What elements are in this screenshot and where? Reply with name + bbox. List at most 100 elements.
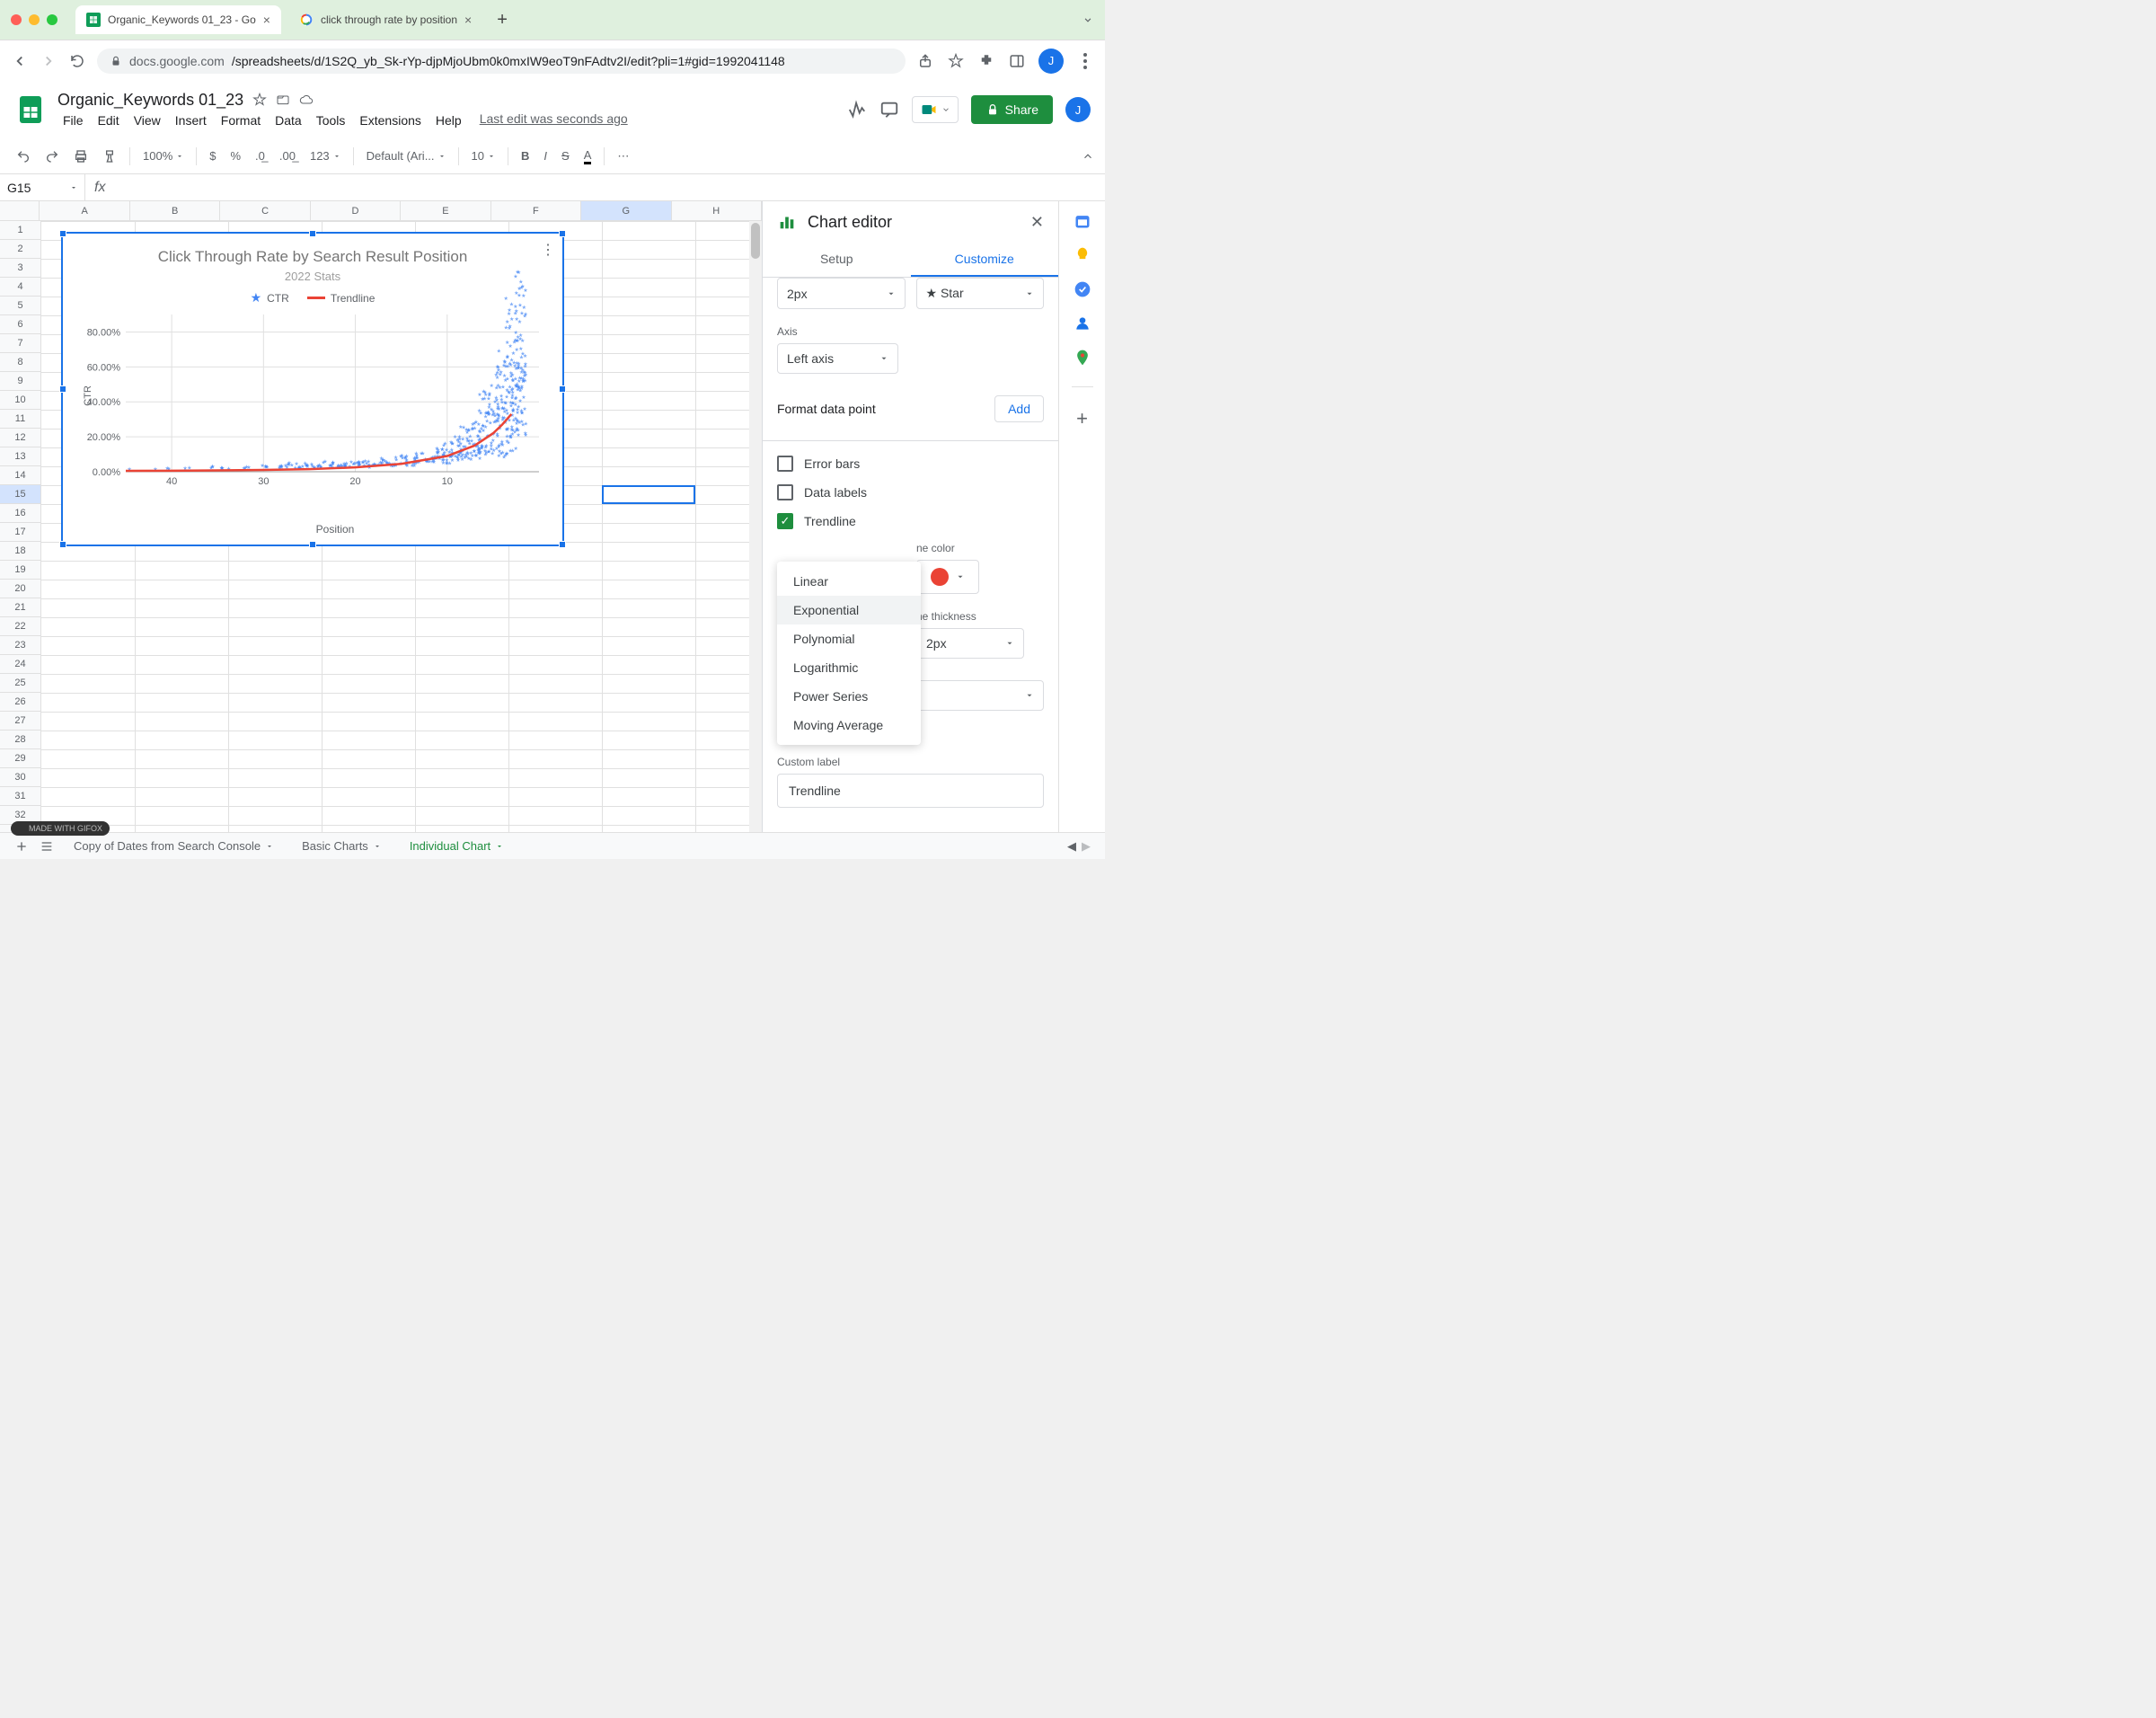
last-edit-link[interactable]: Last edit was seconds ago	[480, 111, 628, 129]
row-header[interactable]: 5	[0, 297, 40, 315]
row-header[interactable]: 26	[0, 693, 40, 712]
tab-close-icon[interactable]: ×	[263, 13, 270, 27]
vertical-scrollbar[interactable]	[749, 221, 762, 846]
paint-format-button[interactable]	[97, 146, 122, 167]
resize-handle[interactable]	[559, 385, 566, 393]
point-size-select[interactable]: 2px	[777, 278, 906, 309]
row-header[interactable]: 12	[0, 429, 40, 447]
column-header[interactable]: A	[40, 201, 129, 220]
percent-button[interactable]: %	[225, 146, 246, 166]
column-header[interactable]: D	[311, 201, 401, 220]
more-formats-button[interactable]: 123	[305, 146, 346, 166]
row-header[interactable]: 9	[0, 372, 40, 391]
row-header[interactable]: 10	[0, 391, 40, 410]
font-size-select[interactable]: 10	[466, 146, 500, 166]
dropdown-item-linear[interactable]: Linear	[777, 567, 921, 596]
row-header[interactable]: 7	[0, 334, 40, 353]
sheets-logo-icon[interactable]	[14, 93, 47, 126]
next-sheet-icon[interactable]: ▶	[1082, 839, 1091, 854]
move-icon[interactable]	[276, 93, 290, 107]
version-history-icon[interactable]	[847, 100, 867, 120]
add-side-panel-icon[interactable]: +	[1076, 407, 1088, 430]
column-header[interactable]: E	[401, 201, 490, 220]
comments-icon[interactable]	[879, 100, 899, 120]
menu-help[interactable]: Help	[430, 111, 467, 129]
row-header[interactable]: 8	[0, 353, 40, 372]
more-toolbar-icon[interactable]: ⋯	[612, 146, 634, 167]
back-button[interactable]	[11, 52, 29, 70]
column-header[interactable]: B	[130, 201, 220, 220]
column-header[interactable]: G	[581, 201, 671, 220]
dropdown-item-polynomial[interactable]: Polynomial	[777, 624, 921, 653]
row-header[interactable]: 1	[0, 221, 40, 240]
prev-sheet-icon[interactable]: ◀	[1067, 839, 1076, 854]
dropdown-item-exponential[interactable]: Exponential	[777, 596, 921, 624]
resize-handle[interactable]	[559, 541, 566, 548]
url-field[interactable]: docs.google.com/spreadsheets/d/1S2Q_yb_S…	[97, 49, 906, 74]
resize-handle[interactable]	[309, 541, 316, 548]
document-title[interactable]: Organic_Keywords 01_23	[57, 91, 243, 110]
custom-label-input[interactable]	[777, 774, 1044, 808]
share-url-icon[interactable]	[916, 52, 934, 70]
menu-format[interactable]: Format	[216, 111, 266, 129]
account-avatar[interactable]: J	[1065, 97, 1091, 122]
row-header[interactable]: 6	[0, 315, 40, 334]
menu-tools[interactable]: Tools	[311, 111, 351, 129]
cloud-status-icon[interactable]	[299, 93, 314, 107]
row-header[interactable]: 22	[0, 617, 40, 636]
profile-avatar[interactable]: J	[1038, 49, 1064, 74]
embedded-chart[interactable]: ⋮ Click Through Rate by Search Result Po…	[61, 232, 564, 546]
row-header[interactable]: 27	[0, 712, 40, 731]
meet-button[interactable]	[912, 96, 959, 123]
collapse-toolbar-icon[interactable]	[1082, 150, 1094, 163]
row-header[interactable]: 29	[0, 749, 40, 768]
menu-data[interactable]: Data	[270, 111, 307, 129]
row-header[interactable]: 19	[0, 561, 40, 580]
resize-handle[interactable]	[59, 230, 66, 237]
row-header[interactable]: 3	[0, 259, 40, 278]
menu-view[interactable]: View	[128, 111, 166, 129]
row-header[interactable]: 18	[0, 542, 40, 561]
row-header[interactable]: 13	[0, 447, 40, 466]
row-header[interactable]: 30	[0, 768, 40, 787]
menu-file[interactable]: File	[57, 111, 89, 129]
error-bars-checkbox[interactable]: Error bars	[777, 456, 1044, 472]
dropdown-item-logarithmic[interactable]: Logarithmic	[777, 653, 921, 682]
print-button[interactable]	[68, 146, 93, 167]
add-sheet-icon[interactable]	[14, 839, 29, 854]
sheet-tab[interactable]: Copy of Dates from Search Console	[65, 836, 282, 856]
data-labels-checkbox[interactable]: Data labels	[777, 484, 1044, 500]
new-tab-button[interactable]: +	[490, 10, 515, 31]
tab-overflow-icon[interactable]	[1082, 13, 1094, 26]
resize-handle[interactable]	[59, 541, 66, 548]
chart-menu-icon[interactable]: ⋮	[541, 241, 555, 259]
font-select[interactable]: Default (Ari...	[361, 146, 451, 166]
undo-button[interactable]	[11, 146, 36, 167]
row-header[interactable]: 4	[0, 278, 40, 297]
browser-tab-inactive[interactable]: click through rate by position ×	[288, 5, 482, 34]
star-icon[interactable]	[252, 93, 267, 107]
decrease-decimal-button[interactable]: .0̲	[250, 146, 270, 166]
row-header[interactable]: 31	[0, 787, 40, 806]
select-all-corner[interactable]	[0, 201, 40, 220]
menu-extensions[interactable]: Extensions	[354, 111, 426, 129]
row-header[interactable]: 23	[0, 636, 40, 655]
row-header[interactable]: 20	[0, 580, 40, 598]
column-header[interactable]: F	[491, 201, 581, 220]
row-header[interactable]: 28	[0, 731, 40, 749]
italic-button[interactable]: I	[538, 146, 552, 166]
redo-button[interactable]	[40, 146, 65, 167]
browser-tab-active[interactable]: Organic_Keywords 01_23 - Go ×	[75, 5, 281, 34]
row-header[interactable]: 21	[0, 598, 40, 617]
line-color-select[interactable]	[916, 560, 979, 594]
column-header[interactable]: C	[220, 201, 310, 220]
all-sheets-icon[interactable]	[40, 839, 54, 854]
keep-icon[interactable]	[1074, 246, 1091, 264]
dropdown-item-power-series[interactable]: Power Series	[777, 682, 921, 711]
row-header[interactable]: 2	[0, 240, 40, 259]
close-panel-icon[interactable]: ✕	[1030, 213, 1044, 232]
menu-insert[interactable]: Insert	[170, 111, 212, 129]
dropdown-item-moving-average[interactable]: Moving Average	[777, 711, 921, 739]
name-box[interactable]: G15	[0, 174, 85, 200]
column-header[interactable]: H	[672, 201, 762, 220]
